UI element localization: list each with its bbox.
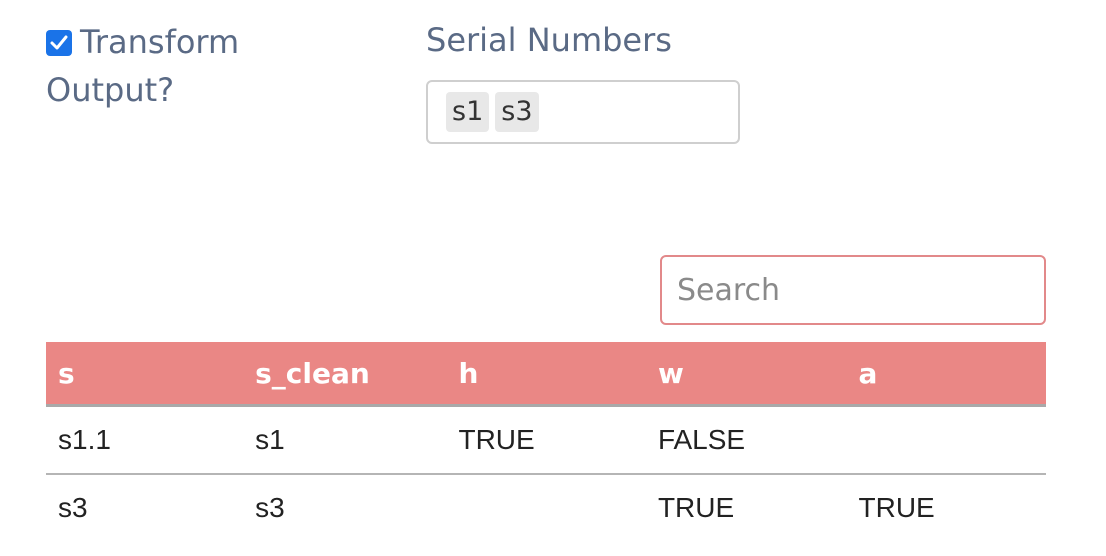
selected-chip-s3[interactable]: s3	[495, 92, 539, 132]
serial-numbers-select-group: Serial Numbers s1 s3	[426, 18, 740, 144]
table-cell	[846, 405, 1046, 475]
transform-output-label: Transform Output?	[46, 23, 240, 109]
table-cell: s3	[58, 492, 88, 523]
table-cell: s3	[255, 492, 285, 523]
column-header-a[interactable]: a	[846, 342, 1046, 407]
transform-output-checkbox-group[interactable]: Transform Output?	[46, 18, 286, 114]
transform-output-checkbox[interactable]	[46, 30, 72, 56]
search-input[interactable]	[660, 255, 1046, 325]
data-table: s s_clean h w a s1.1 s1 TRUE FALSE s3 s3…	[46, 342, 1046, 541]
column-header-s[interactable]: s	[46, 342, 244, 407]
column-header-s-clean[interactable]: s_clean	[243, 342, 447, 407]
table-cell: TRUE	[657, 492, 735, 523]
table-cell	[446, 474, 645, 541]
table-cell: s1	[243, 405, 447, 475]
column-header-h[interactable]: h	[446, 342, 646, 407]
table-cell: s1.1	[46, 405, 244, 475]
serial-numbers-select[interactable]: s1 s3	[426, 80, 740, 144]
table-header-row: s s_clean h w a	[46, 342, 1046, 407]
table-row: s3 s3 TRUE TRUE	[46, 474, 1046, 541]
table-row: s1.1 s1 TRUE FALSE	[46, 405, 1046, 475]
serial-numbers-label: Serial Numbers	[426, 21, 672, 59]
column-header-w[interactable]: w	[645, 342, 847, 407]
table-cell: TRUE	[446, 405, 646, 475]
table-cell: TRUE	[858, 492, 935, 523]
checkmark-icon	[50, 35, 68, 50]
selected-chip-s1[interactable]: s1	[446, 92, 490, 132]
table-cell: FALSE	[645, 405, 847, 475]
